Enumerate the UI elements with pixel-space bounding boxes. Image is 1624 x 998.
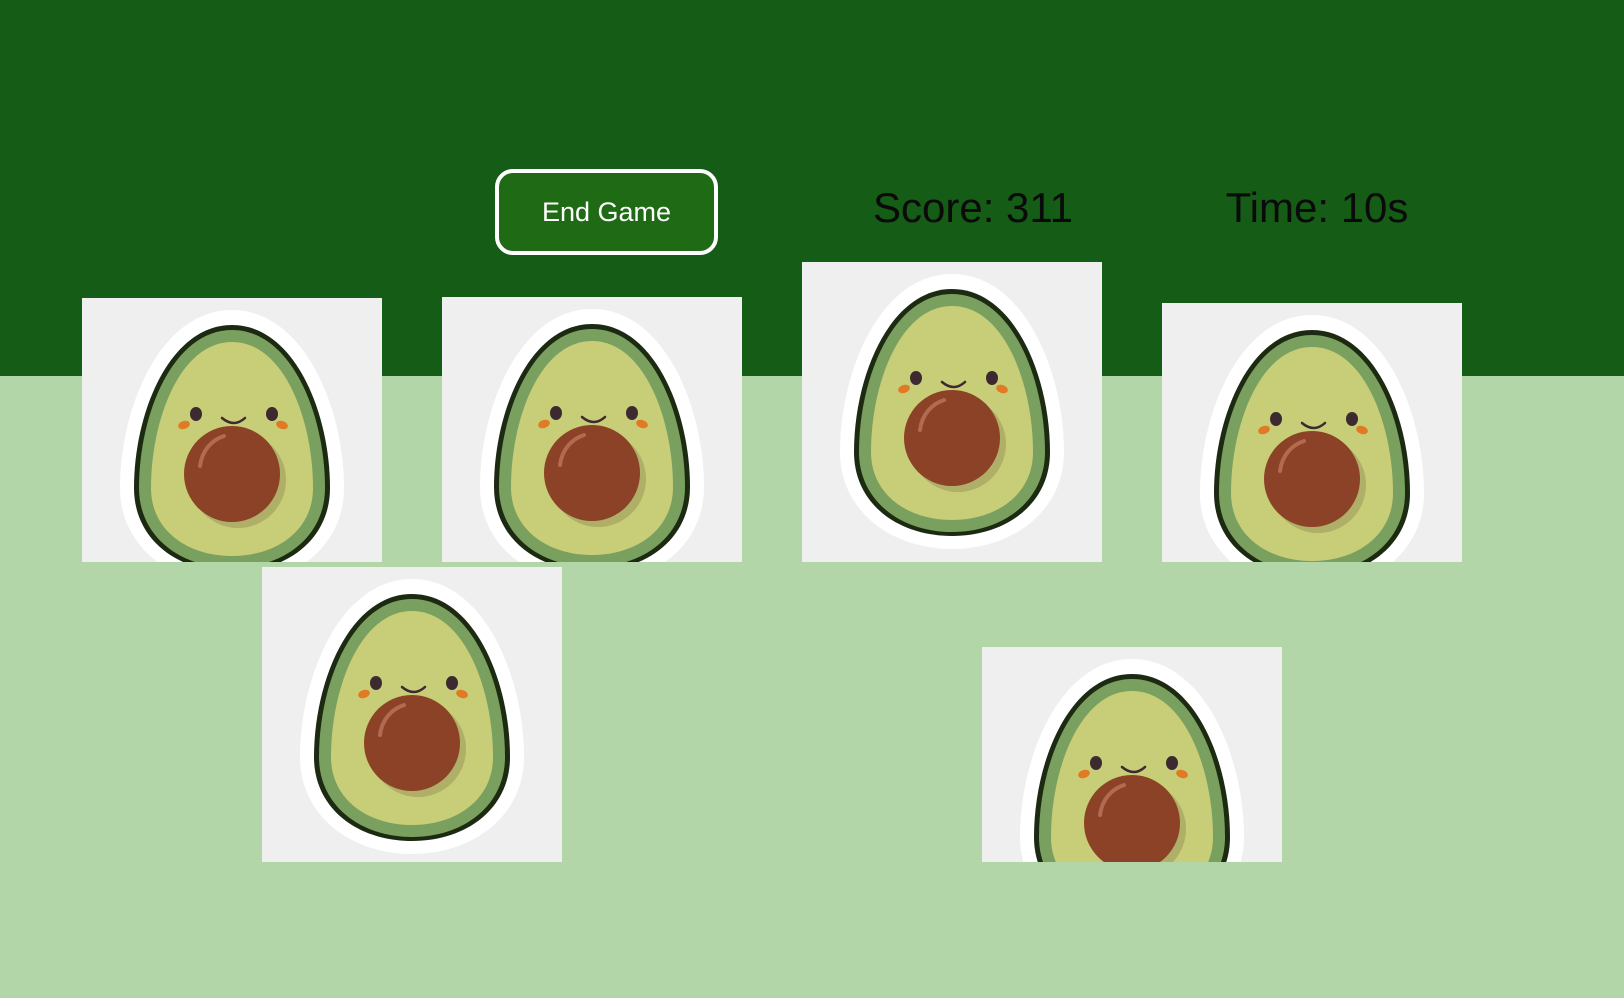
avocado-icon [838,272,1066,551]
avocado-target[interactable] [262,567,562,862]
avocado-icon [478,307,706,562]
avocado-target[interactable] [982,647,1282,862]
avocado-target[interactable] [442,297,742,562]
avocado-target[interactable] [802,262,1102,562]
avocado-icon [1018,657,1246,862]
avocado-icon [298,577,526,856]
avocado-icon [118,308,346,562]
score-display: Score: 311 [872,184,1074,231]
avocado-target[interactable] [82,298,382,562]
timer-display: Time: 10s [1225,184,1409,231]
end-game-button[interactable]: End Game [495,169,718,255]
avocado-target[interactable] [1162,303,1462,562]
avocado-icon [1198,313,1426,562]
